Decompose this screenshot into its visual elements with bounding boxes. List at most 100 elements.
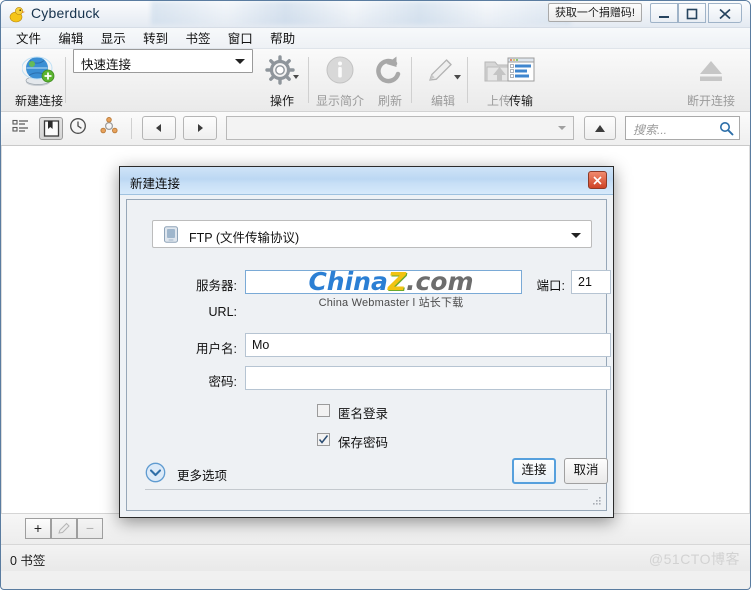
server-icon — [164, 226, 178, 243]
back-arrow-icon — [156, 124, 161, 132]
menu-item-file[interactable]: 文件 — [9, 28, 48, 48]
connect-button[interactable]: 连接 — [512, 458, 556, 484]
port-label: 端口: — [536, 279, 565, 293]
anonymous-login-label: 匿名登录 — [338, 407, 389, 421]
username-label: 用户名: — [196, 342, 237, 356]
refresh-icon — [376, 56, 401, 84]
magnifier-icon — [720, 122, 734, 136]
eject-icon — [700, 61, 722, 81]
toolbar-separator-1 — [65, 57, 66, 103]
server-label: 服务器: — [196, 279, 237, 293]
bookmark-list-button[interactable] — [11, 117, 35, 140]
dialog-titlebar: 新建连接 — [120, 167, 613, 195]
up-arrow-icon — [595, 125, 605, 132]
checkbox-box — [317, 433, 330, 446]
port-value: 21 — [578, 275, 592, 289]
toolbar-disconnect-label: 断开连接 — [686, 94, 735, 108]
close-icon — [593, 176, 602, 185]
menu-item-go[interactable]: 转到 — [136, 28, 175, 48]
maximize-icon — [686, 8, 698, 20]
bookmarks-button[interactable] — [39, 117, 63, 140]
minimize-button[interactable] — [650, 3, 678, 23]
minimize-icon — [659, 16, 669, 18]
toolbar-refresh[interactable]: 刷新 — [362, 55, 418, 109]
menu-item-bookmark[interactable]: 书签 — [178, 28, 217, 48]
back-button[interactable] — [142, 116, 176, 140]
globe-new-connection-icon — [21, 56, 55, 86]
toolbar-separator-4 — [467, 57, 468, 103]
status-text: 0 书签 — [10, 554, 46, 568]
toolbar-action-label: 操作 — [269, 94, 294, 108]
close-button[interactable] — [708, 3, 742, 23]
toolbar-disconnect[interactable]: 断开连接 — [683, 55, 739, 109]
toolbar-new-connection[interactable]: 新建连接 — [11, 55, 67, 109]
toolbar-transfers-label: 传输 — [508, 94, 533, 108]
password-input[interactable] — [245, 366, 611, 390]
username-input[interactable]: Mo — [245, 333, 611, 357]
donate-button[interactable]: 获取一个捐赠码! — [547, 3, 642, 22]
toolbar-transfers[interactable]: 传输 — [493, 55, 549, 109]
menu-item-edit[interactable]: 编辑 — [51, 28, 90, 48]
titlebar-blur-artifact — [151, 1, 571, 25]
menu-item-view[interactable]: 显示 — [94, 28, 133, 48]
app-title: Cyberduck — [31, 5, 100, 21]
edit-bookmark-button[interactable] — [51, 518, 77, 539]
menubar: 文件 编辑 显示 转到 书签 窗口 帮助 — [1, 28, 750, 49]
duck-icon — [9, 7, 25, 23]
statusbar: 0 书签 @51CTO博客 — [1, 544, 750, 571]
remove-bookmark-button[interactable]: − — [77, 518, 103, 539]
username-value: Mo — [252, 338, 270, 352]
toolbar-edit-label: 编辑 — [430, 94, 455, 108]
resize-grip[interactable] — [590, 495, 602, 507]
close-icon — [719, 8, 731, 20]
new-connection-dialog: 新建连接 FTP (文件传输协议) 服务器: 端口: 21 URL: 用户名: … — [119, 166, 614, 518]
port-input[interactable]: 21 — [571, 270, 611, 294]
toolbar-separator-2 — [308, 57, 309, 103]
toolbar-edit[interactable]: 编辑 — [415, 55, 471, 109]
bookmark-list-icon — [12, 119, 28, 132]
up-button[interactable] — [584, 116, 616, 140]
checkbox-box — [317, 404, 330, 417]
bonjour-icon — [100, 117, 118, 134]
toolbar-get-info-label: 显示简介 — [315, 94, 364, 108]
quick-connect-value: 快速连接 — [81, 58, 132, 72]
server-input[interactable] — [245, 270, 522, 294]
protocol-select[interactable]: FTP (文件传输协议) — [152, 220, 592, 248]
bonjour-button[interactable] — [99, 117, 123, 140]
bookmark-navbar: 搜索... — [1, 112, 750, 146]
toolbar-separator-3 — [411, 57, 412, 103]
info-icon — [326, 56, 354, 84]
history-button[interactable] — [69, 117, 93, 140]
dialog-close-button[interactable] — [588, 171, 607, 189]
chevron-down-icon — [235, 59, 245, 64]
chevron-down-circle-icon — [145, 462, 166, 483]
search-input[interactable]: 搜索... — [625, 116, 740, 140]
checkmark-icon — [318, 435, 329, 444]
quick-connect-combo[interactable]: 快速连接 — [73, 49, 253, 73]
password-label: 密码: — [208, 375, 237, 389]
cto-watermark: @51CTO博客 — [648, 551, 740, 567]
transfers-window-icon — [507, 57, 535, 82]
pencil-icon — [429, 59, 461, 81]
search-placeholder: 搜索... — [633, 123, 668, 137]
dialog-title: 新建连接 — [130, 177, 181, 191]
bookmarks-icon — [43, 120, 59, 137]
toolbar-get-info[interactable]: 显示简介 — [312, 55, 368, 109]
dialog-divider — [145, 489, 588, 490]
menu-item-help[interactable]: 帮助 — [263, 28, 302, 48]
maximize-button[interactable] — [678, 3, 706, 23]
cyberduck-window: Cyberduck 获取一个捐赠码! 文件 编辑 显示 转到 书签 窗口 帮助 — [0, 0, 751, 590]
add-bookmark-button[interactable]: + — [25, 518, 51, 539]
cancel-button[interactable]: 取消 — [564, 458, 608, 484]
gear-icon — [265, 55, 299, 85]
protocol-label: FTP (文件传输协议) — [189, 231, 300, 245]
main-toolbar: 新建连接 快速连接 操作 显示简介 刷新 编辑 上传 传输 断开连接 — [1, 49, 750, 112]
toolbar-action[interactable]: 操作 — [254, 55, 310, 109]
navbar-separator — [131, 118, 132, 139]
dialog-body: FTP (文件传输协议) 服务器: 端口: 21 URL: 用户名: Mo 密码… — [126, 199, 611, 511]
menu-item-window[interactable]: 窗口 — [221, 28, 260, 48]
path-combo[interactable] — [226, 116, 574, 140]
toolbar-new-connection-label: 新建连接 — [14, 94, 63, 108]
forward-button[interactable] — [183, 116, 217, 140]
save-password-label: 保存密码 — [338, 436, 389, 450]
